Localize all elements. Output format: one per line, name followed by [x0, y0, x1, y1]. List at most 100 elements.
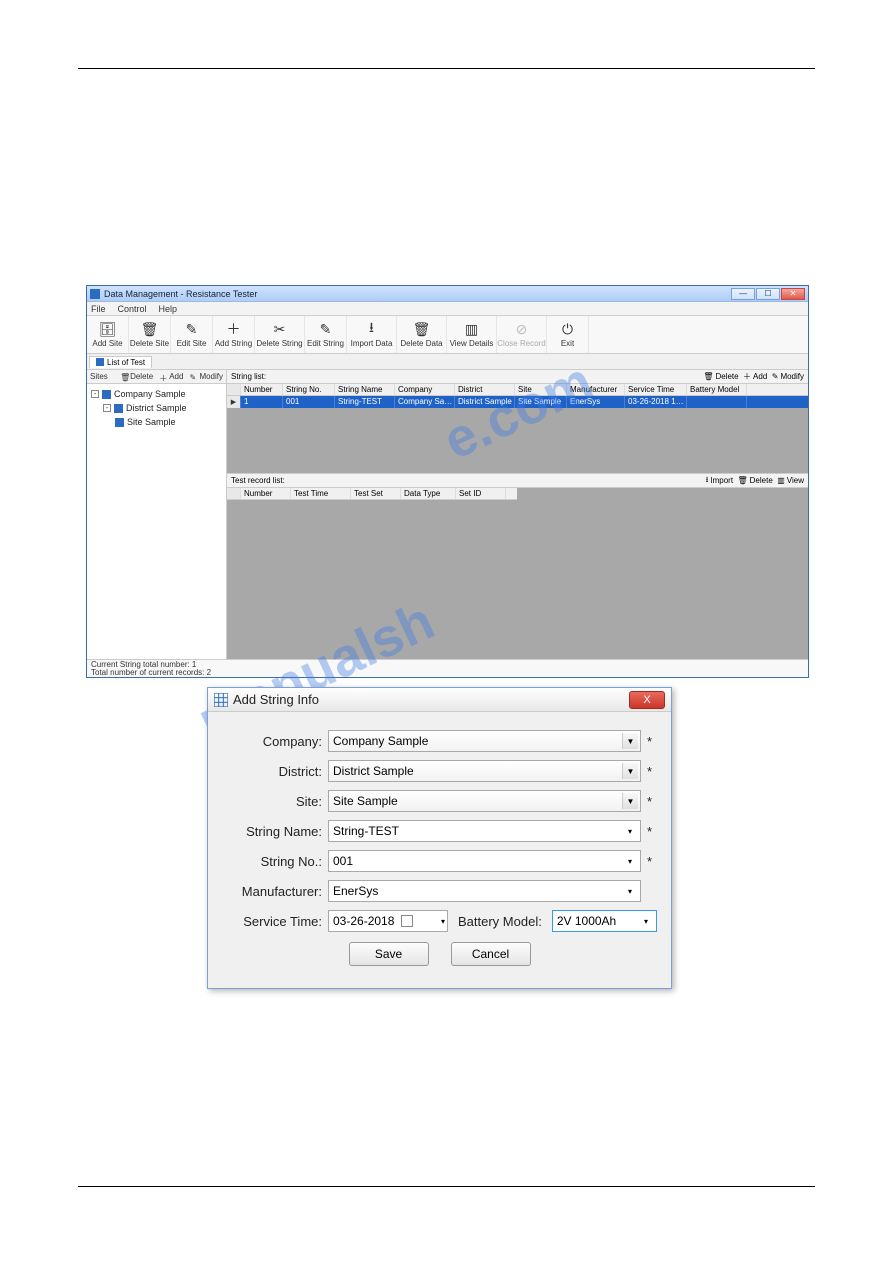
stringlist-header: String list: 🗑Delete ＋Add ✎Modify [227, 370, 808, 384]
titlebar[interactable]: Data Management - Resistance Tester — ☐ … [87, 286, 808, 302]
tb-view-details[interactable]: ▥View Details [447, 316, 497, 353]
trash-icon: 🗑 [142, 321, 158, 337]
plus-icon: ＋ [159, 373, 167, 381]
required-mark: * [647, 734, 657, 749]
combo-district[interactable]: District Sample▼ [328, 760, 641, 782]
chevron-down-icon: ▾ [622, 883, 638, 899]
close-button[interactable]: ✕ [781, 288, 805, 300]
pencil-icon: ✎ [184, 321, 200, 337]
stringlist-row-selected[interactable]: 1 001 String-TEST Company Sa… District S… [227, 396, 808, 408]
app-icon [90, 289, 100, 299]
reclist-columns: Number Test Time Test Set Data Type Set … [227, 488, 517, 500]
scissors-icon: ✂ [272, 321, 288, 337]
close-circle-icon: ⊘ [514, 321, 530, 337]
collapse-icon[interactable]: - [91, 390, 99, 398]
input-string-no[interactable]: 001▾ [328, 850, 641, 872]
dialog-titlebar[interactable]: Add String Info X [208, 688, 671, 712]
menu-file[interactable]: File [91, 302, 106, 315]
tb-delete-site[interactable]: 🗑Delete Site [129, 316, 171, 353]
label-battery-model: Battery Model: [454, 914, 546, 929]
label-manufacturer: Manufacturer: [222, 884, 328, 899]
tb-add-site[interactable]: 🗄Add Site [87, 316, 129, 353]
sites-modify[interactable]: ✎Modify [189, 372, 223, 381]
maximize-button[interactable]: ☐ [756, 288, 780, 300]
combo-company[interactable]: Company Sample▼ [328, 730, 641, 752]
pencil-icon: ✎ [189, 373, 197, 381]
sites-delete[interactable]: 🗑Delete [120, 372, 153, 381]
label-service-time: Service Time: [222, 914, 328, 929]
window-title: Data Management - Resistance Tester [104, 289, 731, 299]
chevron-down-icon: ▾ [441, 917, 445, 926]
tb-add-string[interactable]: ＋Add String [213, 316, 255, 353]
stringlist-modify[interactable]: ✎Modify [772, 372, 804, 381]
label-district: District: [222, 764, 328, 779]
reclist-import[interactable]: ⭳Import [706, 474, 733, 488]
pencil-icon: ✎ [318, 321, 334, 337]
cancel-button[interactable]: Cancel [451, 942, 531, 966]
stringlist-delete[interactable]: 🗑Delete [703, 372, 738, 381]
reclist-delete[interactable]: 🗑Delete [738, 476, 773, 485]
tree-site[interactable]: Site Sample [91, 415, 222, 429]
tb-import-data[interactable]: ⭳Import Data [347, 316, 397, 353]
required-mark: * [647, 854, 657, 869]
trash-icon: 🗑 [120, 373, 128, 381]
chevron-down-icon: ▾ [638, 913, 654, 929]
minimize-button[interactable]: — [731, 288, 755, 300]
menu-control[interactable]: Control [118, 302, 147, 315]
stringlist-add[interactable]: ＋Add [743, 371, 767, 382]
tab-list-of-test[interactable]: List of Test [89, 356, 152, 368]
tb-exit[interactable]: ⏻Exit [547, 316, 589, 353]
chevron-down-icon: ▼ [622, 763, 638, 779]
row-selector-icon [227, 396, 241, 408]
sites-pane: Sites 🗑Delete ＋Add ✎Modify -Company Samp… [87, 370, 227, 659]
db-stack-icon: 🗄 [100, 321, 116, 337]
stringlist-columns: Number String No. String Name Company Di… [227, 384, 808, 396]
tree-district[interactable]: -District Sample [91, 401, 222, 415]
menu-help[interactable]: Help [159, 302, 178, 315]
grid-icon [115, 418, 124, 427]
grid-icon [114, 404, 123, 413]
tree-company[interactable]: -Company Sample [91, 387, 222, 401]
reclist-grid: Number Test Time Test Set Data Type Set … [227, 488, 808, 659]
status-line-2: Total number of current records: 2 [91, 669, 804, 677]
combo-site[interactable]: Site Sample▼ [328, 790, 641, 812]
power-icon: ⏻ [560, 321, 576, 337]
input-battery-model[interactable]: 2V 1000Ah▾ [552, 910, 657, 932]
sites-header: Sites 🗑Delete ＋Add ✎Modify [87, 370, 226, 384]
reclist-view[interactable]: ▥View [777, 476, 804, 485]
input-service-time[interactable]: 03-26-2018 ▾ [328, 910, 448, 932]
input-manufacturer[interactable]: EnerSys▾ [328, 880, 641, 902]
collapse-icon[interactable]: - [103, 404, 111, 412]
chevron-down-icon: ▾ [622, 853, 638, 869]
toolbar: 🗄Add Site 🗑Delete Site ✎Edit Site ＋Add S… [87, 316, 808, 354]
chevron-down-icon: ▾ [622, 823, 638, 839]
stringlist-grid: Number String No. String Name Company Di… [227, 384, 808, 474]
sites-add[interactable]: ＋Add [159, 372, 183, 381]
chart-icon: ▥ [464, 321, 480, 337]
reclist-header: Test record list: ⭳Import 🗑Delete ▥View [227, 474, 808, 488]
tb-edit-site[interactable]: ✎Edit Site [171, 316, 213, 353]
chevron-down-icon: ▼ [622, 733, 638, 749]
grid-icon [96, 358, 104, 366]
import-icon: ⭳ [364, 321, 380, 337]
tb-delete-data[interactable]: 🗑Delete Data [397, 316, 447, 353]
dialog-close-button[interactable]: X [629, 691, 665, 709]
tabbar: List of Test [87, 354, 808, 370]
checkbox-icon[interactable] [401, 915, 413, 927]
label-site: Site: [222, 794, 328, 809]
label-company: Company: [222, 734, 328, 749]
input-string-name[interactable]: String-TEST▾ [328, 820, 641, 842]
save-button[interactable]: Save [349, 942, 429, 966]
required-mark: * [647, 794, 657, 809]
tb-delete-string[interactable]: ✂Delete String [255, 316, 305, 353]
plus-icon: ＋ [226, 321, 242, 337]
dialog-body: Company: Company Sample▼ * District: Dis… [208, 712, 671, 988]
right-pane: String list: 🗑Delete ＋Add ✎Modify Number… [227, 370, 808, 659]
grid-icon [102, 390, 111, 399]
dialog-title: Add String Info [233, 692, 629, 707]
page-rule-top [78, 68, 815, 69]
required-mark: * [647, 764, 657, 779]
tb-close-record: ⊘Close Record [497, 316, 547, 353]
tb-edit-string[interactable]: ✎Edit String [305, 316, 347, 353]
sites-tree: -Company Sample -District Sample Site Sa… [87, 384, 226, 659]
